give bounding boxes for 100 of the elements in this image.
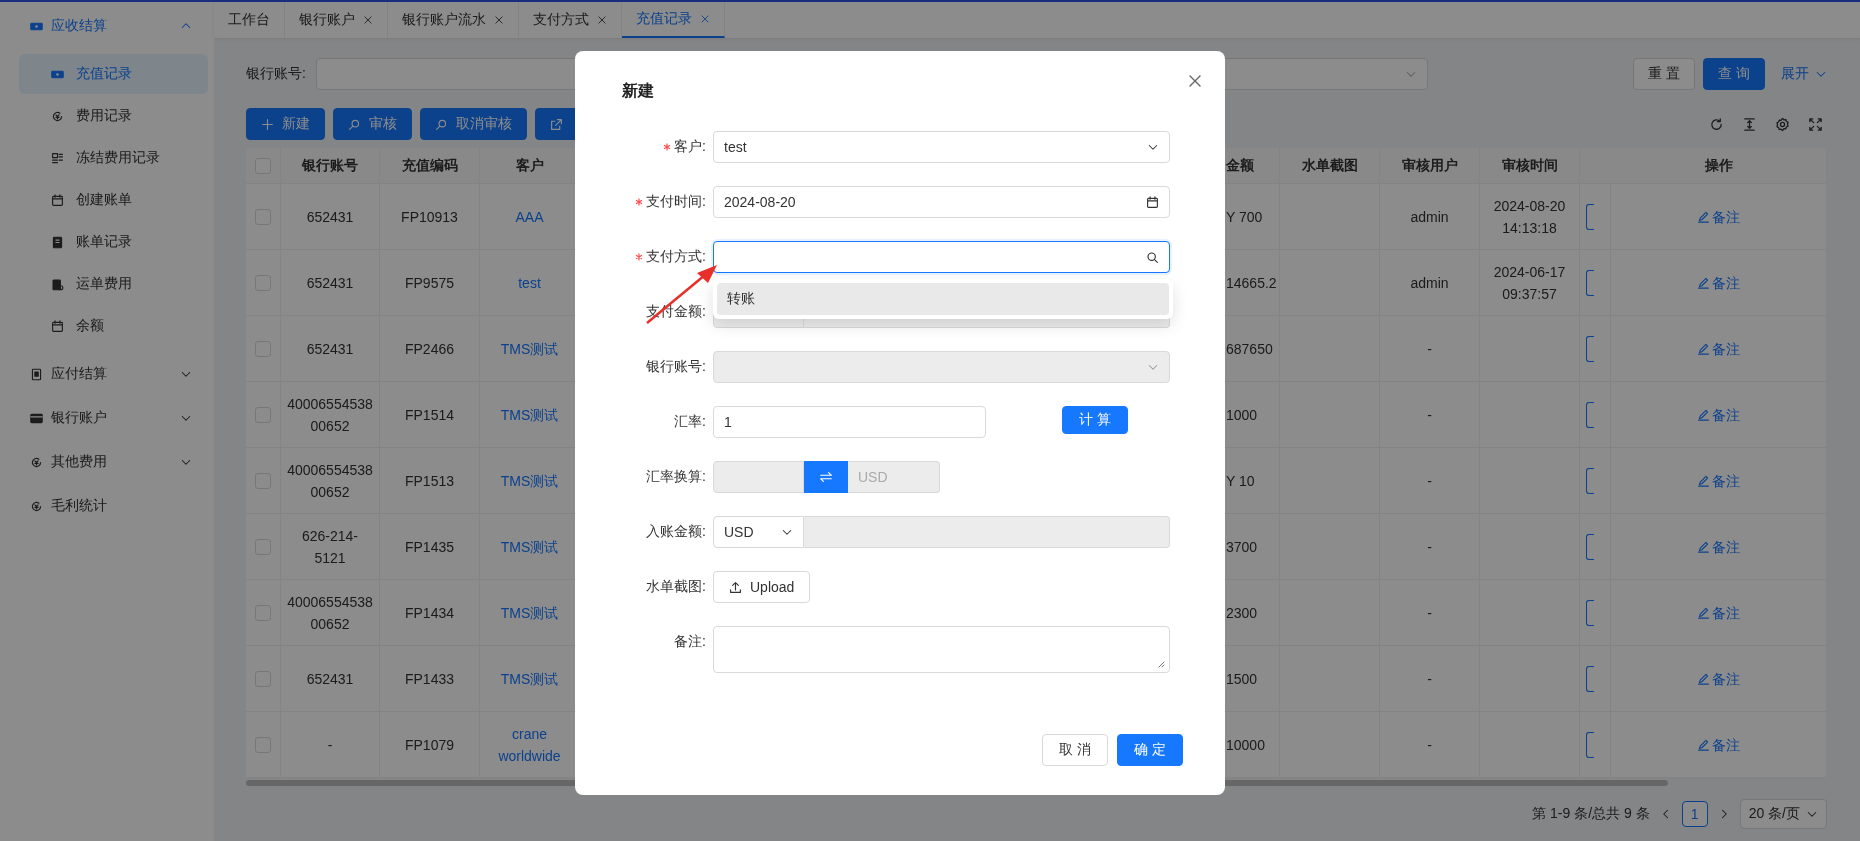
rate-field[interactable]: 1 (713, 406, 986, 438)
customer-link[interactable]: TMS测试 (500, 403, 559, 426)
table-cell-text: 4000655453800652 (287, 592, 373, 634)
sidebar-group[interactable]: 应付结算 (0, 352, 214, 396)
column-header: 水单截图 (1280, 148, 1380, 184)
query-button[interactable]: 查 询 (1703, 58, 1765, 90)
table-cell-text: 652431 (306, 669, 354, 689)
sidebar-group[interactable]: 银行账户 (0, 396, 214, 440)
plus-icon (261, 117, 274, 131)
page-tab[interactable]: 银行账户流水 (388, 2, 519, 38)
sidebar-group[interactable]: 应收结算 (0, 4, 214, 48)
sidebar-item[interactable]: 余额 (19, 306, 208, 346)
table-cell-text: FP1514 (404, 405, 454, 425)
clipboard-icon (51, 277, 64, 291)
expand-link[interactable]: 展开 (1781, 65, 1827, 83)
cut-off-button[interactable] (1586, 665, 1594, 692)
cut-off-button[interactable] (1586, 533, 1594, 560)
sidebar-item[interactable]: 冻结费用记录 (19, 138, 208, 178)
column-height-icon[interactable] (1742, 116, 1757, 132)
reset-button[interactable]: 重 置 (1633, 58, 1696, 90)
table-cell-text: 10000 (1226, 735, 1265, 755)
cut-off-button[interactable] (1586, 599, 1594, 626)
table-cell-text: 652431 (306, 339, 354, 359)
table-cell-text: - (1427, 537, 1432, 557)
customer-link[interactable]: TMS测试 (500, 601, 559, 624)
search-icon (348, 117, 361, 131)
table-cell-text: admin (1410, 273, 1449, 293)
cut-off-button[interactable] (1586, 467, 1594, 494)
date-field[interactable]: 2024-08-20 (713, 186, 1170, 218)
upload-icon (729, 580, 742, 594)
sidebar-item[interactable]: 创建账单 (19, 180, 208, 220)
filter-label: 银行账号: (246, 65, 307, 83)
remark-link[interactable]: 备注 (1697, 271, 1740, 294)
table-cell-text: - (1427, 471, 1432, 491)
toolbar-button[interactable]: 新建 (246, 108, 325, 140)
table-cell-text: - (1427, 735, 1432, 755)
page-tab[interactable]: 支付方式 (519, 2, 622, 38)
edit-icon (1697, 540, 1710, 553)
cut-off-button[interactable] (1586, 269, 1594, 296)
select-field[interactable]: test (713, 131, 1170, 163)
table-cell-text: admin (1410, 207, 1449, 227)
sidebar-item[interactable]: 账单记录 (19, 222, 208, 262)
dropdown-option[interactable]: 转账 (717, 283, 1169, 315)
customer-link[interactable]: crane worldwide (486, 722, 573, 767)
page-tab[interactable]: 工作台 (214, 2, 285, 38)
convert-from-field[interactable] (713, 461, 804, 493)
customer-link[interactable]: TMS测试 (500, 469, 559, 492)
column-header: 充值编码 (380, 148, 480, 184)
customer-link[interactable]: TMS测试 (500, 667, 559, 690)
remark-link[interactable]: 备注 (1697, 337, 1740, 360)
toolbar-button[interactable]: 审核 (333, 108, 412, 140)
calculate-button[interactable]: 计 算 (1062, 406, 1128, 434)
cut-off-button[interactable] (1586, 401, 1594, 428)
sidebar-group[interactable]: 毛利统计 (0, 484, 214, 528)
customer-link[interactable]: AAA (515, 205, 544, 228)
confirm-button[interactable]: 确 定 (1117, 734, 1183, 766)
layout-icon (51, 151, 64, 165)
resize-handle-icon (1157, 660, 1165, 668)
close-icon (363, 15, 373, 25)
remark-link[interactable]: 备注 (1697, 469, 1740, 492)
remark-link[interactable]: 备注 (1697, 403, 1740, 426)
field-label: 银行账号: (646, 358, 706, 376)
customer-link[interactable]: TMS测试 (500, 337, 559, 360)
cancel-button[interactable]: 取 消 (1042, 734, 1109, 766)
field-label: 支付方式: (646, 248, 706, 266)
sidebar-item[interactable]: 运单费用 (19, 264, 208, 304)
fullscreen-icon[interactable] (1808, 116, 1823, 132)
remark-link[interactable]: 备注 (1697, 667, 1740, 690)
toolbar-button[interactable]: 取消审核 (420, 108, 527, 140)
remark-link[interactable]: 备注 (1697, 601, 1740, 624)
sidebar-item[interactable]: 充值记录 (19, 54, 208, 94)
remark-link[interactable]: 备注 (1697, 733, 1740, 756)
cut-off-button[interactable] (1586, 731, 1594, 758)
table-cell-text: FP1513 (404, 471, 454, 491)
page-button[interactable]: 1 (1681, 801, 1708, 827)
document-icon (30, 367, 43, 381)
cut-off-button[interactable] (1586, 335, 1594, 362)
table-cell-text: - (1427, 669, 1432, 689)
close-icon (597, 15, 607, 25)
sidebar-item[interactable]: 费用记录 (19, 96, 208, 136)
coin-icon (30, 455, 43, 469)
dialog-title: 新建 (622, 81, 655, 101)
search-select-field[interactable] (713, 241, 1170, 273)
upload-button[interactable]: Upload (713, 571, 811, 603)
sidebar-group[interactable]: 其他费用 (0, 440, 214, 484)
page-tab[interactable]: 充值记录 (622, 2, 725, 38)
customer-link[interactable]: TMS测试 (500, 535, 559, 558)
settings-icon[interactable] (1775, 116, 1790, 132)
customer-link[interactable]: test (518, 271, 541, 294)
page-tab[interactable]: 银行账户 (285, 2, 388, 38)
table-cell-text: 14665.2 (1226, 273, 1277, 293)
close-icon (700, 14, 710, 24)
swap-button[interactable] (804, 461, 848, 493)
close-icon[interactable] (1187, 73, 1203, 89)
remark-link[interactable]: 备注 (1697, 205, 1740, 228)
field-label: 水单截图: (646, 578, 706, 596)
page-size-select[interactable]: 20 条/页 (1739, 799, 1827, 829)
reload-icon[interactable] (1709, 116, 1724, 132)
remark-link[interactable]: 备注 (1697, 535, 1740, 558)
cut-off-button[interactable] (1586, 203, 1594, 230)
